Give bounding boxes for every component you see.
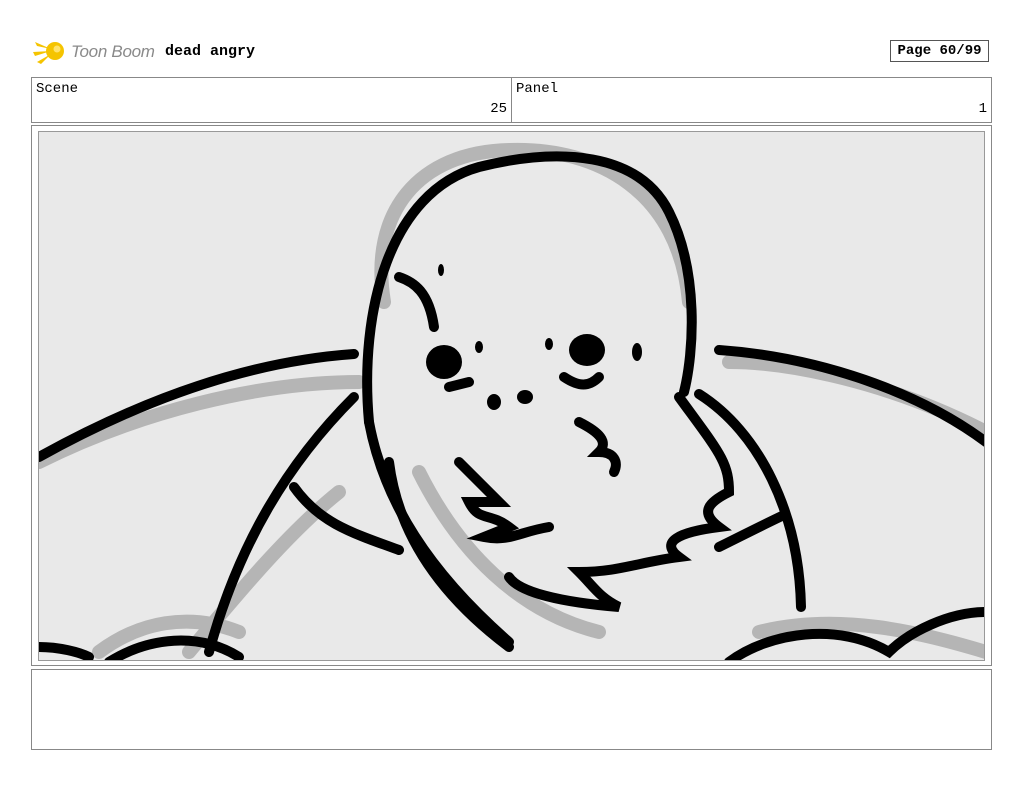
creature-right-eye (569, 334, 605, 366)
toon-boom-star-icon (33, 42, 64, 64)
scene-cell: Scene 25 (32, 78, 511, 122)
toon-boom-logo: Toon Boom (33, 36, 155, 68)
creature-left-eye (426, 345, 462, 379)
scene-panel-info: Scene 25 Panel 1 (31, 77, 992, 123)
storyboard-drawing (38, 131, 985, 661)
scene-number: 25 (490, 101, 507, 117)
logo-text: Toon Boom (71, 42, 155, 61)
panel-label: Panel (516, 81, 559, 97)
scene-label: Scene (36, 81, 79, 97)
panel-number: 1 (978, 101, 987, 117)
project-title: dead angry (165, 43, 256, 60)
panel-cell: Panel 1 (511, 78, 991, 122)
panel-notes (31, 669, 992, 750)
page-indicator: Page 60/99 (890, 40, 989, 62)
creature-sketch (39, 142, 984, 660)
